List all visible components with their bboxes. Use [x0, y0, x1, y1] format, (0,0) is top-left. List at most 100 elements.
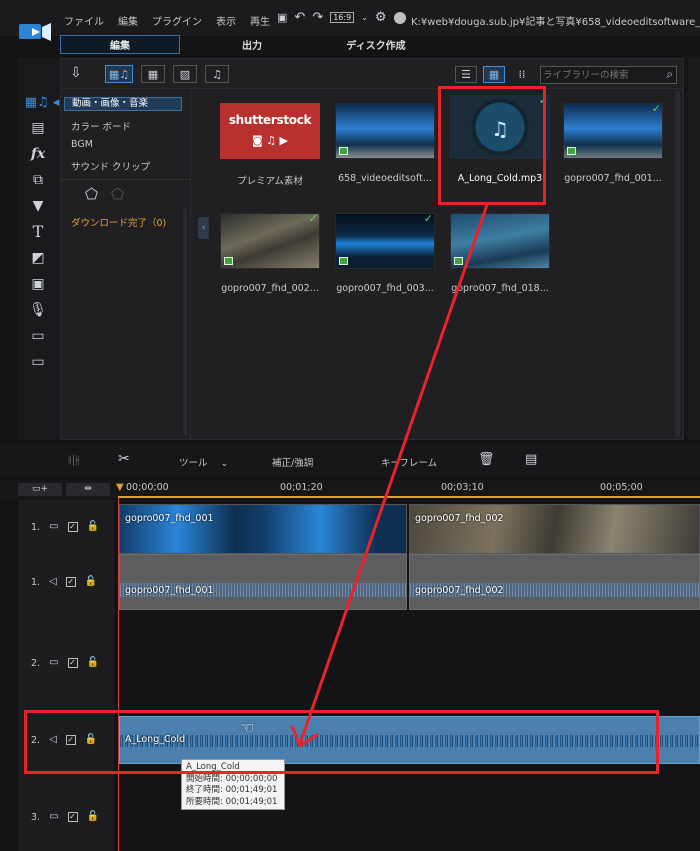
highlight-box-target — [24, 710, 659, 774]
pip-room-button[interactable]: ⧉ — [26, 172, 50, 188]
video-clip[interactable]: gopro007_fhd_002 — [409, 504, 700, 554]
image-filter-button[interactable]: ▨ — [173, 65, 197, 83]
menu-view[interactable]: 表示 — [216, 13, 236, 28]
image-filter-icon: ▨ — [179, 67, 191, 81]
voiceover-room-button[interactable]: 🎙 — [26, 302, 50, 318]
track-header: 2. ▭ ✓ 🔓 — [0, 610, 114, 716]
track-enable-checkbox[interactable]: ✓ — [65, 577, 76, 587]
fx-icon: fx — [30, 146, 46, 162]
audio-mix-room-button[interactable]: ▣ — [26, 276, 50, 292]
fx-room-button[interactable]: fx — [26, 146, 50, 162]
track-number: 1. — [31, 576, 41, 588]
tools-button[interactable]: ツール ⌄ — [179, 455, 229, 469]
category-item-soundclip[interactable]: サウンド クリップ — [71, 159, 150, 173]
track-enable-checkbox[interactable]: ✓ — [67, 658, 78, 668]
media-filter-icon: ▦♫ — [108, 67, 130, 81]
video-track-2: 2. ▭ ✓ 🔓 — [0, 610, 700, 710]
list-view-icon: ☰ — [461, 68, 471, 81]
lock-icon[interactable]: 🔓 — [87, 812, 99, 822]
subtitle-room-button[interactable]: ▭ — [26, 354, 50, 370]
transition-room-button[interactable]: ◩ — [26, 250, 50, 266]
keyframe-button[interactable]: キーフレーム — [381, 455, 437, 469]
right-edge-panel — [688, 58, 700, 440]
correction-button[interactable]: 補正/強調 — [272, 455, 313, 469]
category-list: 動画・画像・音楽 カラー ボード BGM サウンド クリップ ⬠ ⬠ ダウンロー… — [61, 89, 191, 439]
import-media-icon[interactable]: ⇩ — [70, 66, 82, 80]
tooltip-start: 開始時間: 00;00;00;00 — [186, 773, 278, 784]
media-filter-button[interactable]: ▦♫ — [105, 65, 133, 83]
media-room-icon: ▦♫ ◂ — [24, 94, 60, 110]
video-badge-icon — [339, 147, 348, 155]
aspect-chevron-icon[interactable]: ⌄ — [361, 13, 368, 22]
chapter-room-button[interactable]: ▭ — [26, 328, 50, 344]
particle-room-button[interactable]: ▼ — [26, 198, 50, 214]
undo-icon[interactable]: ↶ — [294, 11, 305, 24]
split-track-icon[interactable]: ⫲|⫳ — [68, 454, 80, 465]
fit-timeline-icon: ⇹ — [84, 484, 92, 494]
track-header: 1. ▭ ✓ 🔓 — [0, 500, 114, 554]
thumbnail-size-button[interactable]: ⁞⁞ — [513, 66, 531, 83]
remove-tag-icon[interactable]: ⬠ — [111, 187, 124, 202]
title-room-button[interactable]: T — [26, 224, 50, 240]
playhead-line[interactable] — [118, 498, 119, 851]
library-search-input[interactable] — [543, 68, 655, 82]
template-room-button[interactable]: ▤ — [26, 120, 50, 136]
track-enable-checkbox[interactable]: ✓ — [67, 812, 78, 822]
title-icon: T — [32, 222, 44, 241]
checkmark-icon: ✓ — [308, 213, 318, 225]
project-path: K:¥web¥douga.sub.jp¥記事と写真¥658_videoedits… — [411, 17, 700, 28]
library-scrollbar[interactable] — [675, 91, 680, 437]
library-search-box[interactable]: ⌕ — [540, 66, 677, 84]
produce-range-icon[interactable]: ▤ — [525, 453, 537, 466]
speaker-icon: ◁ — [49, 576, 57, 587]
add-tag-icon[interactable]: ⬠ — [85, 187, 98, 202]
scissors-icon[interactable]: ✂ — [118, 452, 130, 466]
track-manager-button[interactable]: ▭+ — [18, 483, 62, 496]
aspect-ratio-select[interactable]: 16:9 — [330, 12, 355, 23]
menu-play[interactable]: 再生 — [250, 13, 270, 28]
menu-file[interactable]: ファイル — [64, 13, 104, 28]
category-scrollbar[interactable] — [183, 209, 187, 435]
track-header: 3. ▭ ✓ 🔓 — [0, 768, 114, 851]
collapse-panel-handle[interactable]: ‹ — [198, 217, 209, 239]
redo-icon[interactable]: ↷ — [312, 11, 323, 24]
music-filter-icon: ♫ — [212, 67, 222, 81]
menu-edit[interactable]: 編集 — [118, 13, 138, 28]
mode-tab-disc[interactable]: ディスク作成 — [345, 35, 407, 54]
menu-plugin[interactable]: プラグイン — [152, 13, 202, 28]
transition-icon: ◩ — [31, 250, 45, 266]
category-item-bgm[interactable]: BGM — [71, 139, 93, 150]
time-ruler[interactable]: ▼ 00;00;00 00;01;20 00;03;10 00;05;00 — [116, 480, 700, 498]
video-filter-button[interactable]: ▦ — [141, 65, 165, 83]
audio-clip[interactable]: gopro007_fhd_002 — [409, 554, 700, 610]
playhead-marker-icon[interactable]: ▼ — [116, 482, 124, 493]
audio-clip[interactable]: gopro007_fhd_001 — [119, 554, 407, 610]
mode-tab-edit-label: 編集 — [110, 41, 130, 52]
category-item-media[interactable]: 動画・画像・音楽 — [64, 97, 182, 111]
fit-timeline-button[interactable]: ⇹ — [66, 483, 110, 496]
track-header: 1. ◁ ✓ 🔓 — [0, 554, 114, 610]
save-icon[interactable]: ▣ — [277, 12, 287, 23]
audio-filter-button[interactable]: ♫ — [205, 65, 229, 83]
lock-icon[interactable]: 🔓 — [85, 577, 97, 587]
mode-tab-edit[interactable]: 編集 — [60, 35, 180, 54]
mode-tab-output[interactable]: 出力 — [240, 35, 264, 54]
list-view-button[interactable]: ☰ — [455, 66, 477, 83]
media-room-button[interactable]: ▦♫ ◂ — [24, 94, 60, 110]
account-icon[interactable] — [393, 11, 406, 24]
category-item-colorboard[interactable]: カラー ボード — [71, 119, 131, 133]
play-icon: ▶ — [279, 134, 289, 147]
lock-icon[interactable]: 🔓 — [87, 522, 99, 532]
download-status[interactable]: ダウンロード完了（0) — [71, 215, 166, 229]
ruler-time-label: 00;00;00 — [126, 482, 169, 493]
settings-gear-icon[interactable]: ⚙ — [375, 11, 387, 24]
chevron-down-icon: ⌄ — [220, 458, 229, 469]
video-clip[interactable]: gopro007_fhd_001 — [119, 504, 407, 554]
search-icon[interactable]: ⌕ — [666, 68, 673, 80]
grid-view-button[interactable]: ▦ — [483, 66, 505, 83]
shutterstock-thumbnail: shutterstock ◙ ♫ ▶ — [220, 103, 320, 159]
track-enable-checkbox[interactable]: ✓ — [67, 522, 78, 532]
ruler-time-label: 00;03;10 — [441, 482, 484, 493]
lock-icon[interactable]: 🔓 — [87, 658, 99, 668]
trash-icon[interactable]: 🗑 — [478, 453, 495, 466]
